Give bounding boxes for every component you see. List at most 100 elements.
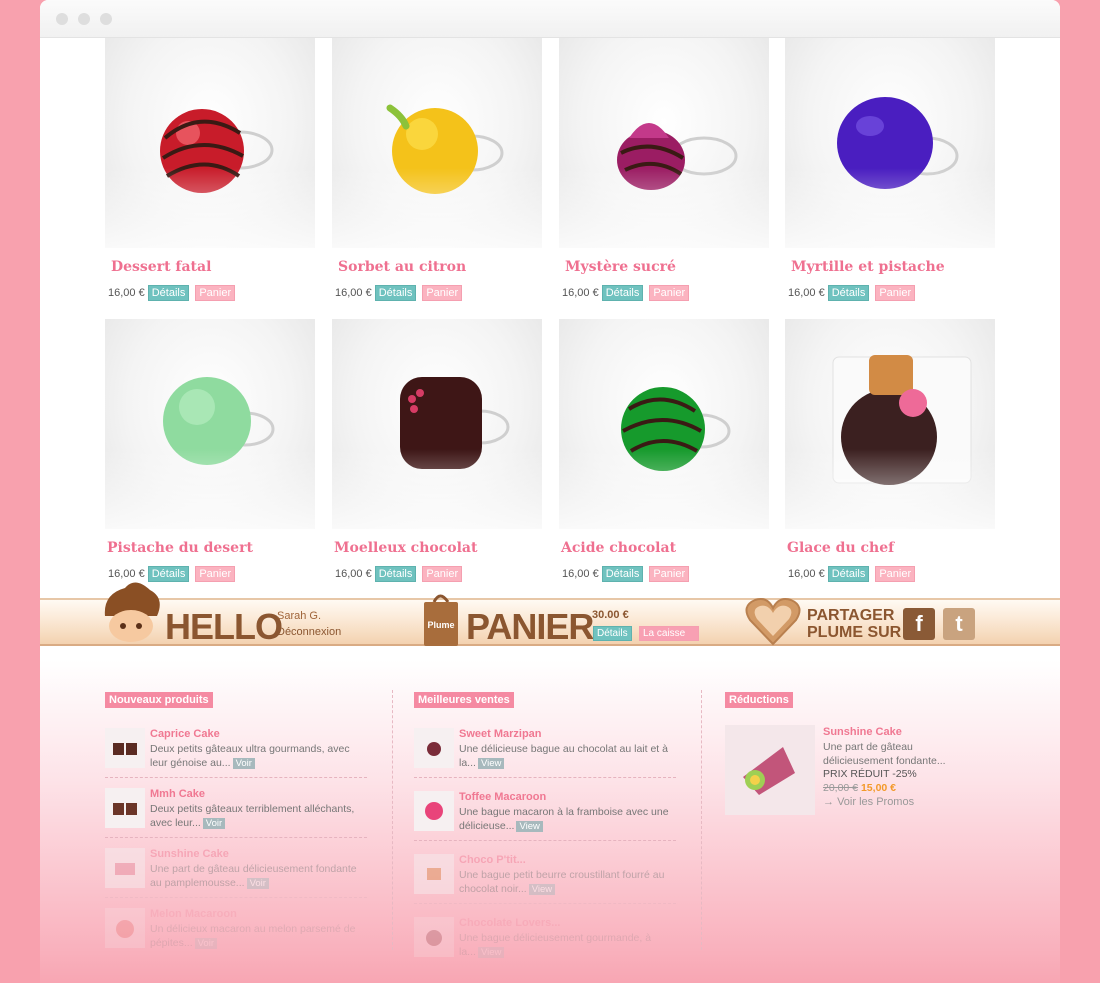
- product-card[interactable]: Dessert fatal 16,00 € Détails Panier: [105, 38, 315, 306]
- item-title[interactable]: Melon Macaroon: [150, 908, 237, 920]
- details-button[interactable]: Détails: [827, 285, 870, 301]
- hello-heading: HELLO: [165, 606, 283, 647]
- cake-slice-image: [743, 747, 795, 795]
- product-card[interactable]: Moelleux chocolat 16,00 € Détails Panier: [332, 319, 542, 587]
- product-photo[interactable]: [105, 319, 315, 529]
- window-zoom-dot[interactable]: [100, 13, 112, 25]
- product-card[interactable]: Sorbet au citron 16,00 € Détails Panier: [332, 38, 542, 306]
- product-price: 16,00 €: [108, 287, 145, 299]
- product-card[interactable]: Myrtille et pistache 16,00 € Détails Pan…: [785, 38, 995, 306]
- add-to-cart-button[interactable]: Panier: [875, 285, 916, 301]
- panier-heading: PANIER: [466, 606, 594, 647]
- view-button[interactable]: Voir: [232, 758, 255, 769]
- add-to-cart-button[interactable]: Panier: [649, 566, 690, 582]
- view-button[interactable]: Voir: [246, 878, 269, 889]
- product-name[interactable]: Myrtille et pistache: [791, 259, 945, 275]
- list-item[interactable]: Melon Macaroon Un délicieux macaron au m…: [105, 908, 367, 958]
- product-photo[interactable]: [785, 319, 995, 529]
- discount-title[interactable]: Sunshine Cake: [823, 726, 902, 738]
- product-name[interactable]: Pistache du desert: [107, 540, 253, 556]
- product-name[interactable]: Sorbet au citron: [338, 259, 466, 275]
- details-button[interactable]: Détails: [147, 285, 190, 301]
- add-to-cart-button[interactable]: Panier: [422, 566, 463, 582]
- item-title[interactable]: Sweet Marzipan: [459, 728, 542, 740]
- product-thumbnail[interactable]: [414, 917, 454, 957]
- view-button[interactable]: Voir: [202, 818, 226, 829]
- product-card[interactable]: Mystère sucré 16,00 € Détails Panier: [559, 38, 769, 306]
- list-item[interactable]: Caprice Cake Deux petits gâteaux ultra g…: [105, 728, 367, 778]
- twitter-icon[interactable]: t: [943, 608, 975, 640]
- product-price: 16,00 €: [335, 568, 372, 580]
- share-line2: PLUME SUR: [807, 624, 902, 641]
- product-card[interactable]: Pistache du desert 16,00 € Détails Panie…: [105, 319, 315, 587]
- details-button[interactable]: Détails: [374, 566, 417, 582]
- checkout-button[interactable]: La caisse: [639, 626, 699, 641]
- product-name[interactable]: Acide chocolat: [561, 540, 676, 556]
- details-button[interactable]: Détails: [827, 566, 870, 582]
- product-photo[interactable]: [785, 38, 995, 248]
- view-button[interactable]: View: [516, 821, 543, 832]
- add-to-cart-button[interactable]: Panier: [422, 285, 463, 301]
- heart-icon: [745, 598, 801, 646]
- view-button[interactable]: View: [477, 758, 505, 769]
- add-to-cart-button[interactable]: Panier: [195, 285, 236, 301]
- product-photo[interactable]: [332, 319, 542, 529]
- product-thumbnail[interactable]: [414, 728, 454, 768]
- list-item[interactable]: Chocolate Lovers... Une bague délicieuse…: [414, 917, 676, 967]
- product-name[interactable]: Mystère sucré: [565, 259, 676, 275]
- product-price: 16,00 €: [335, 287, 372, 299]
- logout-link[interactable]: Déconnexion: [277, 626, 341, 638]
- item-title[interactable]: Toffee Macaroon: [459, 791, 546, 803]
- view-button[interactable]: View: [477, 947, 505, 958]
- product-price: 16,00 €: [562, 568, 599, 580]
- cart-total: 30.00 €: [592, 609, 629, 621]
- view-button[interactable]: View: [528, 884, 556, 895]
- window-close-dot[interactable]: [56, 13, 68, 25]
- browser-window: Dessert fatal 16,00 € Détails Panier Sor…: [40, 0, 1060, 983]
- product-photo[interactable]: [105, 38, 315, 248]
- product-thumbnail[interactable]: [105, 848, 145, 888]
- item-title[interactable]: Mmh Cake: [150, 788, 205, 800]
- add-to-cart-button[interactable]: Panier: [649, 285, 690, 301]
- add-to-cart-button[interactable]: Panier: [195, 566, 236, 582]
- column-separator: [392, 690, 393, 950]
- add-to-cart-button[interactable]: Panier: [875, 566, 916, 582]
- product-photo[interactable]: [332, 38, 542, 248]
- window-minimize-dot[interactable]: [78, 13, 90, 25]
- product-thumbnail[interactable]: [105, 728, 145, 768]
- new-price: 15,00 €: [860, 782, 897, 794]
- product-thumbnail[interactable]: [105, 788, 145, 828]
- list-item[interactable]: Choco P'tit... Une bague petit beurre cr…: [414, 854, 676, 904]
- list-item[interactable]: Mmh Cake Deux petits gâteaux terriblemen…: [105, 788, 367, 838]
- username[interactable]: Sarah G.: [277, 610, 321, 622]
- product-name[interactable]: Dessert fatal: [111, 259, 211, 275]
- list-item[interactable]: Toffee Macaroon Une bague macaron à la f…: [414, 791, 676, 841]
- user-cart-bar: HELLO Sarah G. Déconnexion Plume PANIER …: [40, 582, 1060, 647]
- product-photo[interactable]: [559, 38, 769, 248]
- product-thumbnail[interactable]: [105, 908, 145, 948]
- share-line1: PARTAGER: [807, 607, 895, 624]
- view-button[interactable]: Voir: [194, 938, 217, 949]
- list-item[interactable]: Sunshine Cake Une part de gâteau délicie…: [105, 848, 367, 898]
- details-button[interactable]: Détails: [601, 566, 644, 582]
- details-button[interactable]: Détails: [601, 285, 644, 301]
- product-thumbnail[interactable]: [414, 854, 454, 894]
- item-title[interactable]: Sunshine Cake: [150, 848, 229, 860]
- item-title[interactable]: Chocolate Lovers...: [459, 917, 560, 929]
- details-button[interactable]: Détails: [374, 285, 417, 301]
- item-title[interactable]: Caprice Cake: [150, 728, 220, 740]
- see-promos-link[interactable]: → Voir les Promos: [823, 796, 914, 808]
- product-photo[interactable]: [559, 319, 769, 529]
- item-title[interactable]: Choco P'tit...: [459, 854, 526, 866]
- product-name[interactable]: Glace du chef: [787, 540, 894, 556]
- product-name[interactable]: Moelleux chocolat: [334, 540, 477, 556]
- product-thumbnail[interactable]: [414, 791, 454, 831]
- facebook-icon[interactable]: f: [903, 608, 935, 640]
- discount-thumbnail[interactable]: [725, 725, 815, 815]
- cart-details-button[interactable]: Détails: [593, 626, 632, 641]
- item-description: Deux petits gâteaux terriblement allécha…: [150, 803, 355, 829]
- list-item[interactable]: Sweet Marzipan Une délicieuse bague au c…: [414, 728, 676, 778]
- item-description: Une bague macaron à la framboise avec un…: [459, 806, 669, 832]
- product-card[interactable]: Glace du chef 16,00 € Détails Panier: [785, 319, 995, 587]
- product-card[interactable]: Acide chocolat 16,00 € Détails Panier: [559, 319, 769, 587]
